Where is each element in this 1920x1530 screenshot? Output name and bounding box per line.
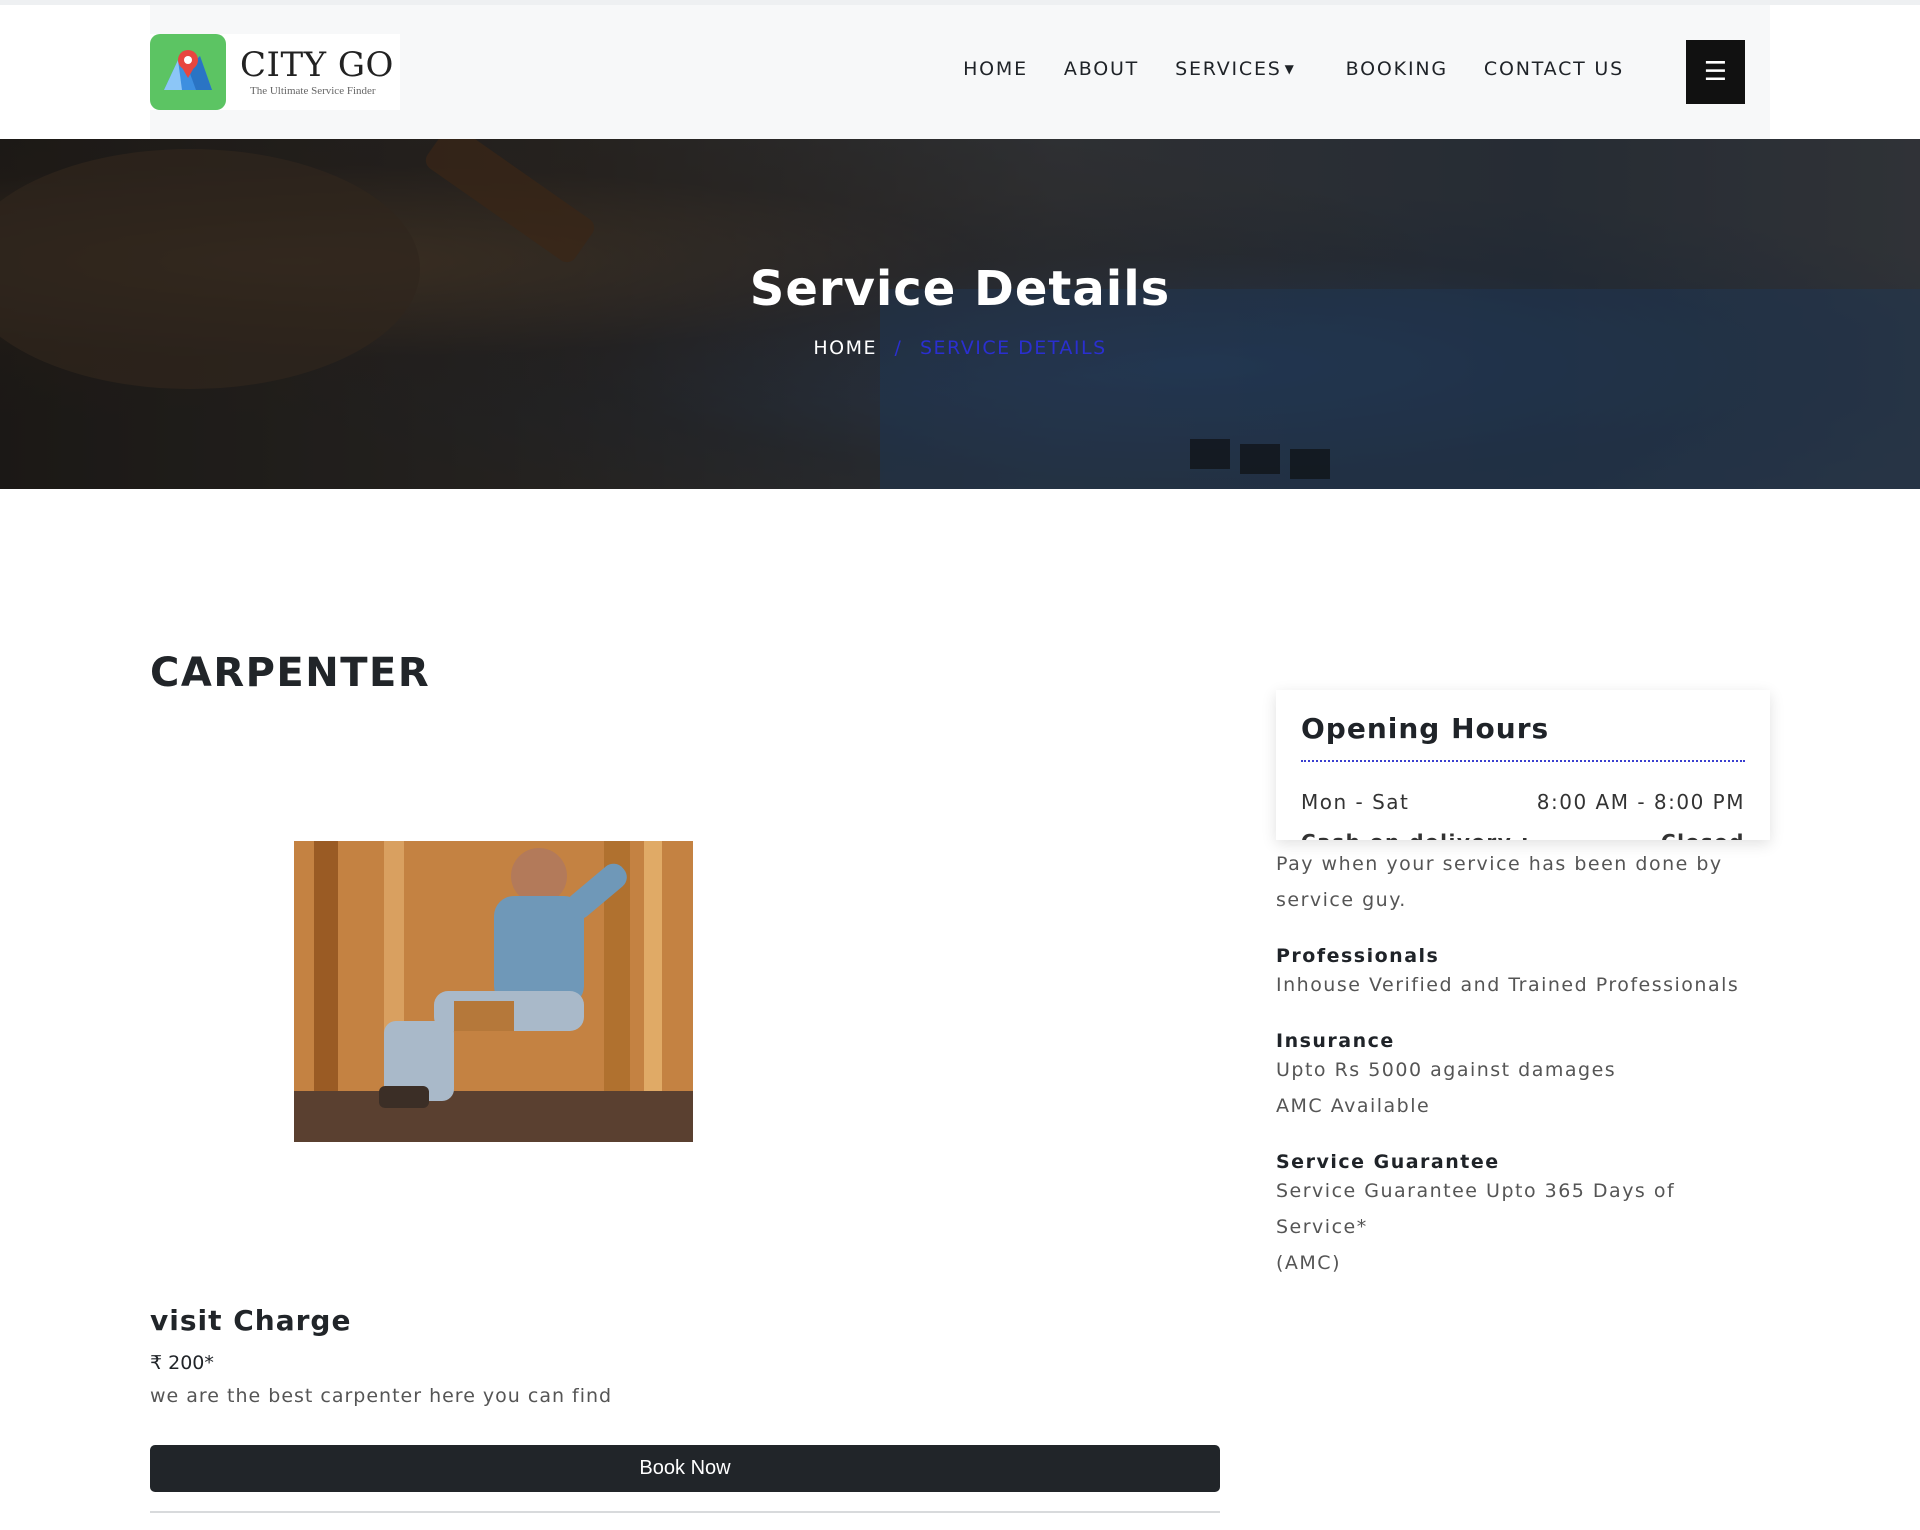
brand-name: CITY GO [240,45,394,85]
brand-tagline: The Ultimate Service Finder [250,85,376,97]
feature-text: Service Guarantee Upto 365 Days of Servi… [1276,1180,1676,1238]
breadcrumb-home[interactable]: HOME [813,337,877,359]
feature-text: Inhouse Verified and Trained Professiona… [1276,974,1740,996]
main-nav: HOME ABOUT SERVICES ▼ BOOKING CONTACT US [927,58,1624,80]
hours-time: 8:00 AM - 8:00 PM [1536,790,1745,814]
feature-text: AMC Available [1276,1095,1431,1117]
visit-charge-heading: visit Charge [150,1304,352,1337]
service-title: CARPENTER [150,650,431,696]
page-title: Service Details [749,261,1171,317]
feature-title: Insurance [1276,1030,1395,1052]
feature-text: Upto Rs 5000 against damages [1276,1059,1617,1081]
visit-charge-price: ₹ 200* [150,1352,214,1374]
feature-title: Professionals [1276,945,1440,967]
map-pin-icon [150,34,226,110]
hours-divider [1301,760,1745,762]
nav-contact[interactable]: CONTACT US [1484,58,1624,80]
brand-logo[interactable]: CITY GO The Ultimate Service Finder [150,34,400,110]
breadcrumb-current: SERVICE DETAILS [919,337,1107,359]
breadcrumb-separator: / [894,337,903,359]
hamburger-menu-icon[interactable]: ☰ [1686,40,1745,104]
nav-about[interactable]: ABOUT [1064,58,1139,80]
site-header: CITY GO The Ultimate Service Finder HOME… [150,5,1770,139]
opening-hours-title: Opening Hours [1301,712,1550,745]
hours-day: Cash on delivery : [1301,830,1530,840]
book-now-button[interactable]: Book Now [150,1445,1220,1492]
nav-services-label: SERVICES [1175,58,1282,80]
feature-cash-on-delivery: Pay when your service has been done by s… [1276,846,1770,918]
nav-services[interactable]: SERVICES ▼ [1175,58,1296,80]
feature-title: Service Guarantee [1276,1151,1500,1173]
hero-banner: Service Details HOME / SERVICE DETAILS [0,139,1920,489]
feature-service-guarantee: Service Guarantee Service Guarantee Upto… [1276,1151,1770,1281]
service-description: we are the best carpenter here you can f… [150,1385,613,1407]
nav-home[interactable]: HOME [963,58,1028,80]
divider [150,1511,1220,1513]
feature-insurance: Insurance Upto Rs 5000 against damages A… [1276,1030,1770,1124]
hours-row: Cash on delivery : Closed [1301,830,1745,840]
service-image [294,841,693,1142]
feature-text: (AMC) [1276,1252,1341,1274]
breadcrumb: HOME / SERVICE DETAILS [0,337,1920,359]
hours-day: Mon - Sat [1301,790,1410,814]
hours-row: Mon - Sat 8:00 AM - 8:00 PM [1301,790,1745,814]
nav-booking[interactable]: BOOKING [1346,58,1448,80]
feature-text: service guy. [1276,889,1407,911]
feature-professionals: Professionals Inhouse Verified and Train… [1276,945,1770,1003]
opening-hours-card: Opening Hours Mon - Sat 8:00 AM - 8:00 P… [1276,690,1770,840]
hours-time: Closed [1661,830,1745,840]
sidebar: Opening Hours Mon - Sat 8:00 AM - 8:00 P… [1276,690,1770,1274]
caret-down-icon: ▼ [1284,62,1296,76]
feature-text: Pay when your service has been done by [1276,853,1723,875]
